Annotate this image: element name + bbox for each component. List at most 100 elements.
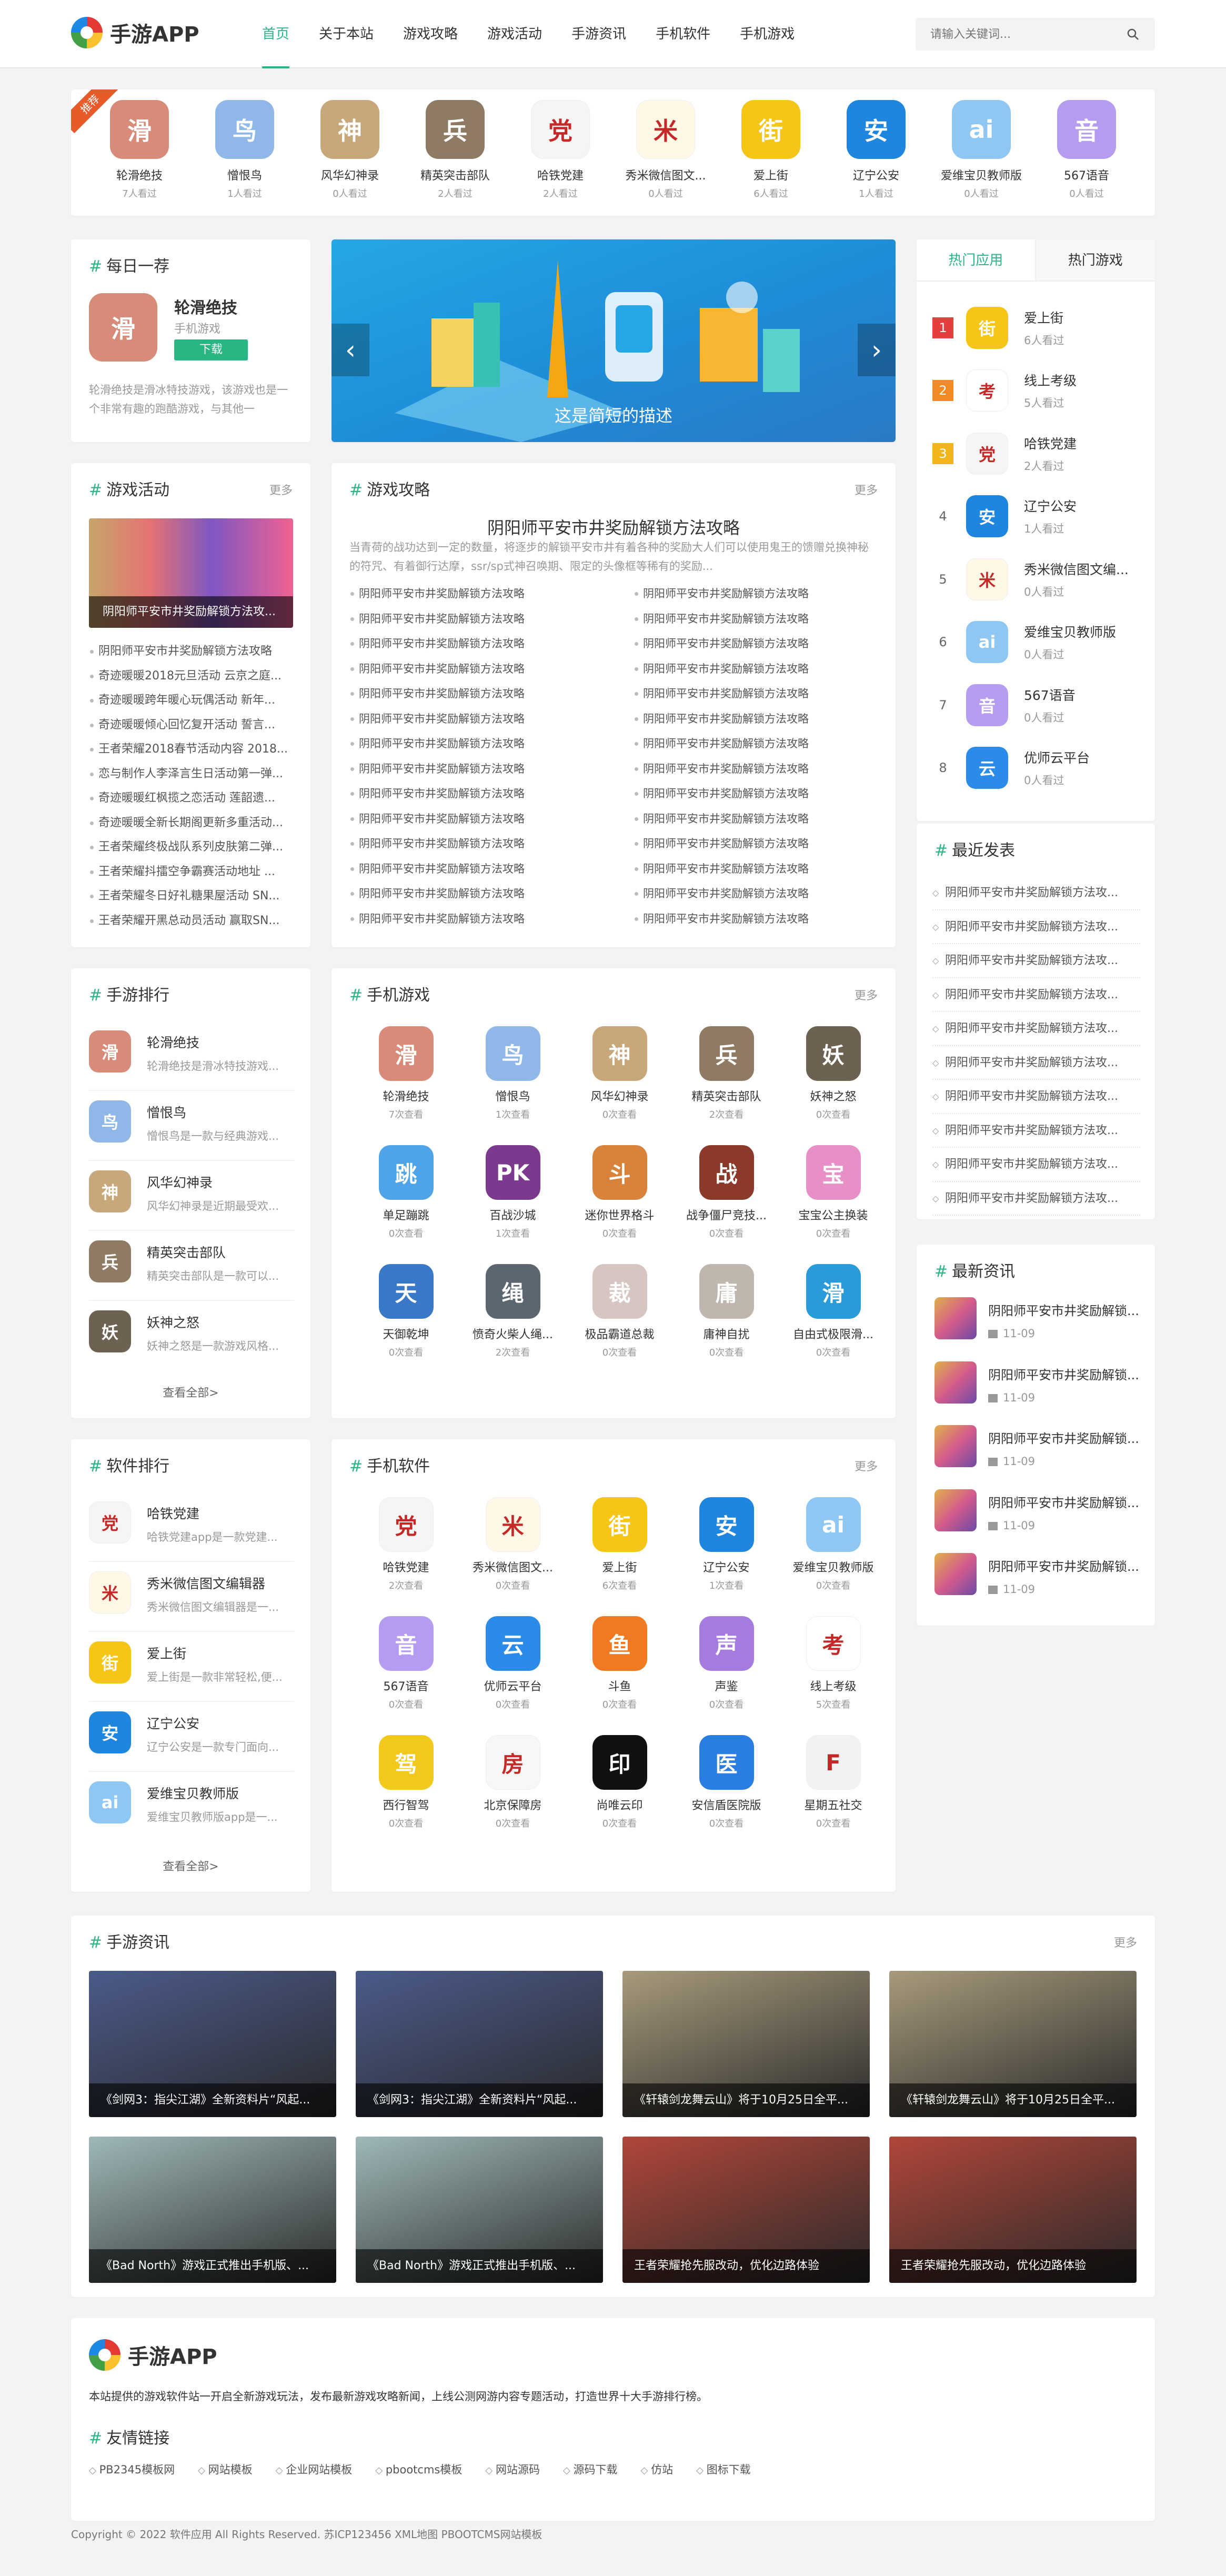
ranking-item[interactable]: 妖妖神之怒 妖神之怒是一款游戏风格... [89,1301,294,1371]
strategy-link[interactable]: 阴阳师平安市井奖励解锁方法攻略 [634,807,897,832]
recommend-app[interactable]: 鸟憎恨鸟 1人看过 [192,100,297,200]
ranking-item[interactable]: 米秀米微信图文编辑器 秀米微信图文编辑器是一... [89,1562,294,1632]
recent-post-link[interactable]: 阴阳师平安市井奖励解锁方法攻... [932,1046,1140,1080]
app-icon[interactable]: 神 [592,1026,647,1081]
app-tile[interactable]: 考线上考级 5次查看 [780,1616,887,1711]
app-icon[interactable]: 米 [485,1497,540,1552]
view-all-link[interactable]: 查看全部> [71,1384,310,1400]
recommend-app[interactable]: 音 567语音 0人看过 [1034,100,1139,200]
strategy-link[interactable]: 阴阳师平安市井奖励解锁方法攻略 [349,831,634,857]
strategy-link[interactable]: 阴阳师平安市井奖励解锁方法攻略 [349,582,634,607]
strategy-link[interactable]: 阴阳师平安市井奖励解锁方法攻略 [634,831,897,857]
strategy-link[interactable]: 阴阳师平安市井奖励解锁方法攻略 [349,781,634,807]
activity-link[interactable]: 奇迹暖暖2018元旦活动 云京之庭... [89,664,294,689]
strategy-link[interactable]: 阴阳师平安市井奖励解锁方法攻略 [349,857,634,882]
news-thumbnail[interactable] [934,1425,977,1467]
strategy-link[interactable]: 阴阳师平安市井奖励解锁方法攻略 [349,907,634,932]
hero-banner[interactable]: ‹ › 这是简短的描述 [331,239,896,442]
app-name[interactable]: 风华幻神录 [147,1172,294,1191]
app-icon[interactable]: 鸟 [215,100,274,159]
app-icon[interactable]: PK [485,1145,540,1200]
latest-news-item[interactable]: 阴阳师平安市井奖励解锁... 11-09 [934,1553,1151,1617]
strategy-link[interactable]: 阴阳师平安市井奖励解锁方法攻略 [634,707,897,732]
recent-post-link[interactable]: 阴阳师平安市井奖励解锁方法攻... [932,1080,1140,1114]
hot-ranking-item[interactable]: 8 云优师云平台 0人看过 [932,737,1171,800]
friend-link[interactable]: 仿站 [641,2461,673,2477]
strategy-link[interactable]: 阴阳师平安市井奖励解锁方法攻略 [349,881,634,907]
app-tile[interactable]: 米秀米微信图文... 0次查看 [459,1497,566,1592]
daily-app-icon[interactable]: 滑 [89,293,157,362]
strategy-link[interactable]: 阴阳师平安市井奖励解锁方法攻略 [349,757,634,782]
friend-link[interactable]: 图标下载 [696,2461,751,2477]
app-icon[interactable]: 党 [531,100,590,159]
strategy-link[interactable]: 阴阳师平安市井奖励解锁方法攻略 [349,607,634,632]
latest-news-item[interactable]: 阴阳师平安市井奖励解锁... 11-09 [934,1361,1151,1426]
app-tile[interactable]: 斗迷你世界格斗 0次查看 [566,1145,673,1240]
app-name[interactable]: 爱维宝贝教师版 [147,1783,294,1802]
activity-link[interactable]: 王者荣耀开黑总动员活动 赢取SN... [89,909,294,934]
app-icon[interactable]: 安 [847,100,906,159]
strategy-link[interactable]: 阴阳师平安市井奖励解锁方法攻略 [634,731,897,757]
tab-hot-games[interactable]: 热门游戏 [1036,239,1155,280]
hot-ranking-item[interactable]: 7 音 567语音 0人看过 [932,674,1171,737]
recent-post-link[interactable]: 阴阳师平安市井奖励解锁方法攻... [932,910,1140,944]
more-link[interactable]: 更多 [855,986,878,1003]
view-all-link[interactable]: 查看全部> [71,1857,310,1874]
strategy-link[interactable]: 阴阳师平安市井奖励解锁方法攻略 [634,607,897,632]
search-input[interactable] [930,18,1120,51]
app-tile[interactable]: 鱼斗鱼 0次查看 [566,1616,673,1711]
app-name[interactable]: 妖神之怒 [147,1312,294,1331]
strategy-link[interactable]: 阴阳师平安市井奖励解锁方法攻略 [349,681,634,707]
app-icon[interactable]: 战 [699,1145,754,1200]
app-icon[interactable]: 天 [378,1264,434,1319]
app-icon[interactable]: 神 [320,100,379,159]
news-thumbnail[interactable] [934,1553,977,1595]
strategy-headline[interactable]: 阴阳师平安市井奖励解锁方法攻略 [331,515,896,539]
recommend-app[interactable]: 兵精英突击部队 2人看过 [403,100,508,200]
app-tile[interactable]: 神风华幻神录 0次查看 [566,1026,673,1121]
app-icon[interactable]: 滑 [806,1264,861,1319]
app-icon[interactable]: 鸟 [485,1026,540,1081]
nav-item-home[interactable]: 首页 [247,0,304,68]
nav-item-software[interactable]: 手机软件 [641,0,725,68]
app-icon[interactable]: 声 [699,1616,754,1671]
recent-post-link[interactable]: 阴阳师平安市井奖励解锁方法攻... [932,1012,1140,1046]
app-tile[interactable]: PK 百战沙城 1次查看 [459,1145,566,1240]
recommend-app[interactable]: 安辽宁公安 1人看过 [823,100,929,200]
news-card[interactable]: 《轩辕剑龙舞云山》将于10月25日全平... [622,1971,870,2117]
recommend-app[interactable]: 党哈铁党建 2人看过 [508,100,613,200]
app-icon[interactable]: F [806,1735,861,1790]
app-icon[interactable]: 房 [485,1735,540,1790]
app-tile[interactable]: 云优师云平台 0次查看 [459,1616,566,1711]
hot-ranking-item[interactable]: 1 街爱上街 6人看过 [932,296,1171,359]
footer-logo[interactable]: 手游APP [89,2339,217,2371]
app-name[interactable]: 爱上街 [147,1643,294,1662]
app-tile[interactable]: 音 567语音 0次查看 [353,1616,459,1711]
news-title[interactable]: 阴阳师平安市井奖励解锁... [988,1556,1151,1575]
app-tile[interactable]: 兵精英突击部队 2次查看 [673,1026,780,1121]
app-icon[interactable]: 裁 [592,1264,647,1319]
app-icon[interactable]: 宝 [806,1145,861,1200]
nav-item-news[interactable]: 手游资讯 [557,0,641,68]
app-icon[interactable]: 绳 [485,1264,540,1319]
nav-item-games[interactable]: 手机游戏 [725,0,809,68]
strategy-link[interactable]: 阴阳师平安市井奖励解锁方法攻略 [349,632,634,657]
app-icon[interactable]: 滑 [89,1030,131,1073]
app-icon[interactable]: 音 [1057,100,1116,159]
strategy-link[interactable]: 阴阳师平安市井奖励解锁方法攻略 [349,707,634,732]
featured-activity[interactable]: 阴阳师平安市井奖励解锁方法攻... [89,518,293,628]
app-icon[interactable]: 医 [699,1735,754,1790]
friend-link[interactable]: 源码下载 [563,2461,618,2477]
app-name[interactable]: 精英突击部队 [147,1242,294,1261]
app-icon[interactable]: 鱼 [592,1616,647,1671]
ranking-item[interactable]: 滑轮滑绝技 轮滑绝技是滑冰特技游戏... [89,1021,294,1091]
news-thumbnail[interactable] [934,1489,977,1531]
app-icon[interactable]: 兵 [89,1240,131,1282]
banner-prev-arrow[interactable]: ‹ [331,324,369,376]
app-name[interactable]: 秀米微信图文编辑器 [147,1573,294,1592]
app-icon[interactable]: 米 [966,558,1008,600]
news-card[interactable]: 王者荣耀抢先服改动，优化边路体验 [622,2137,870,2283]
app-icon[interactable]: 兵 [426,100,485,159]
app-tile[interactable]: 庸庸神自扰 0次查看 [673,1264,780,1359]
activity-link[interactable]: 奇迹暖暖全新长期阁更新多重活动... [89,811,294,836]
